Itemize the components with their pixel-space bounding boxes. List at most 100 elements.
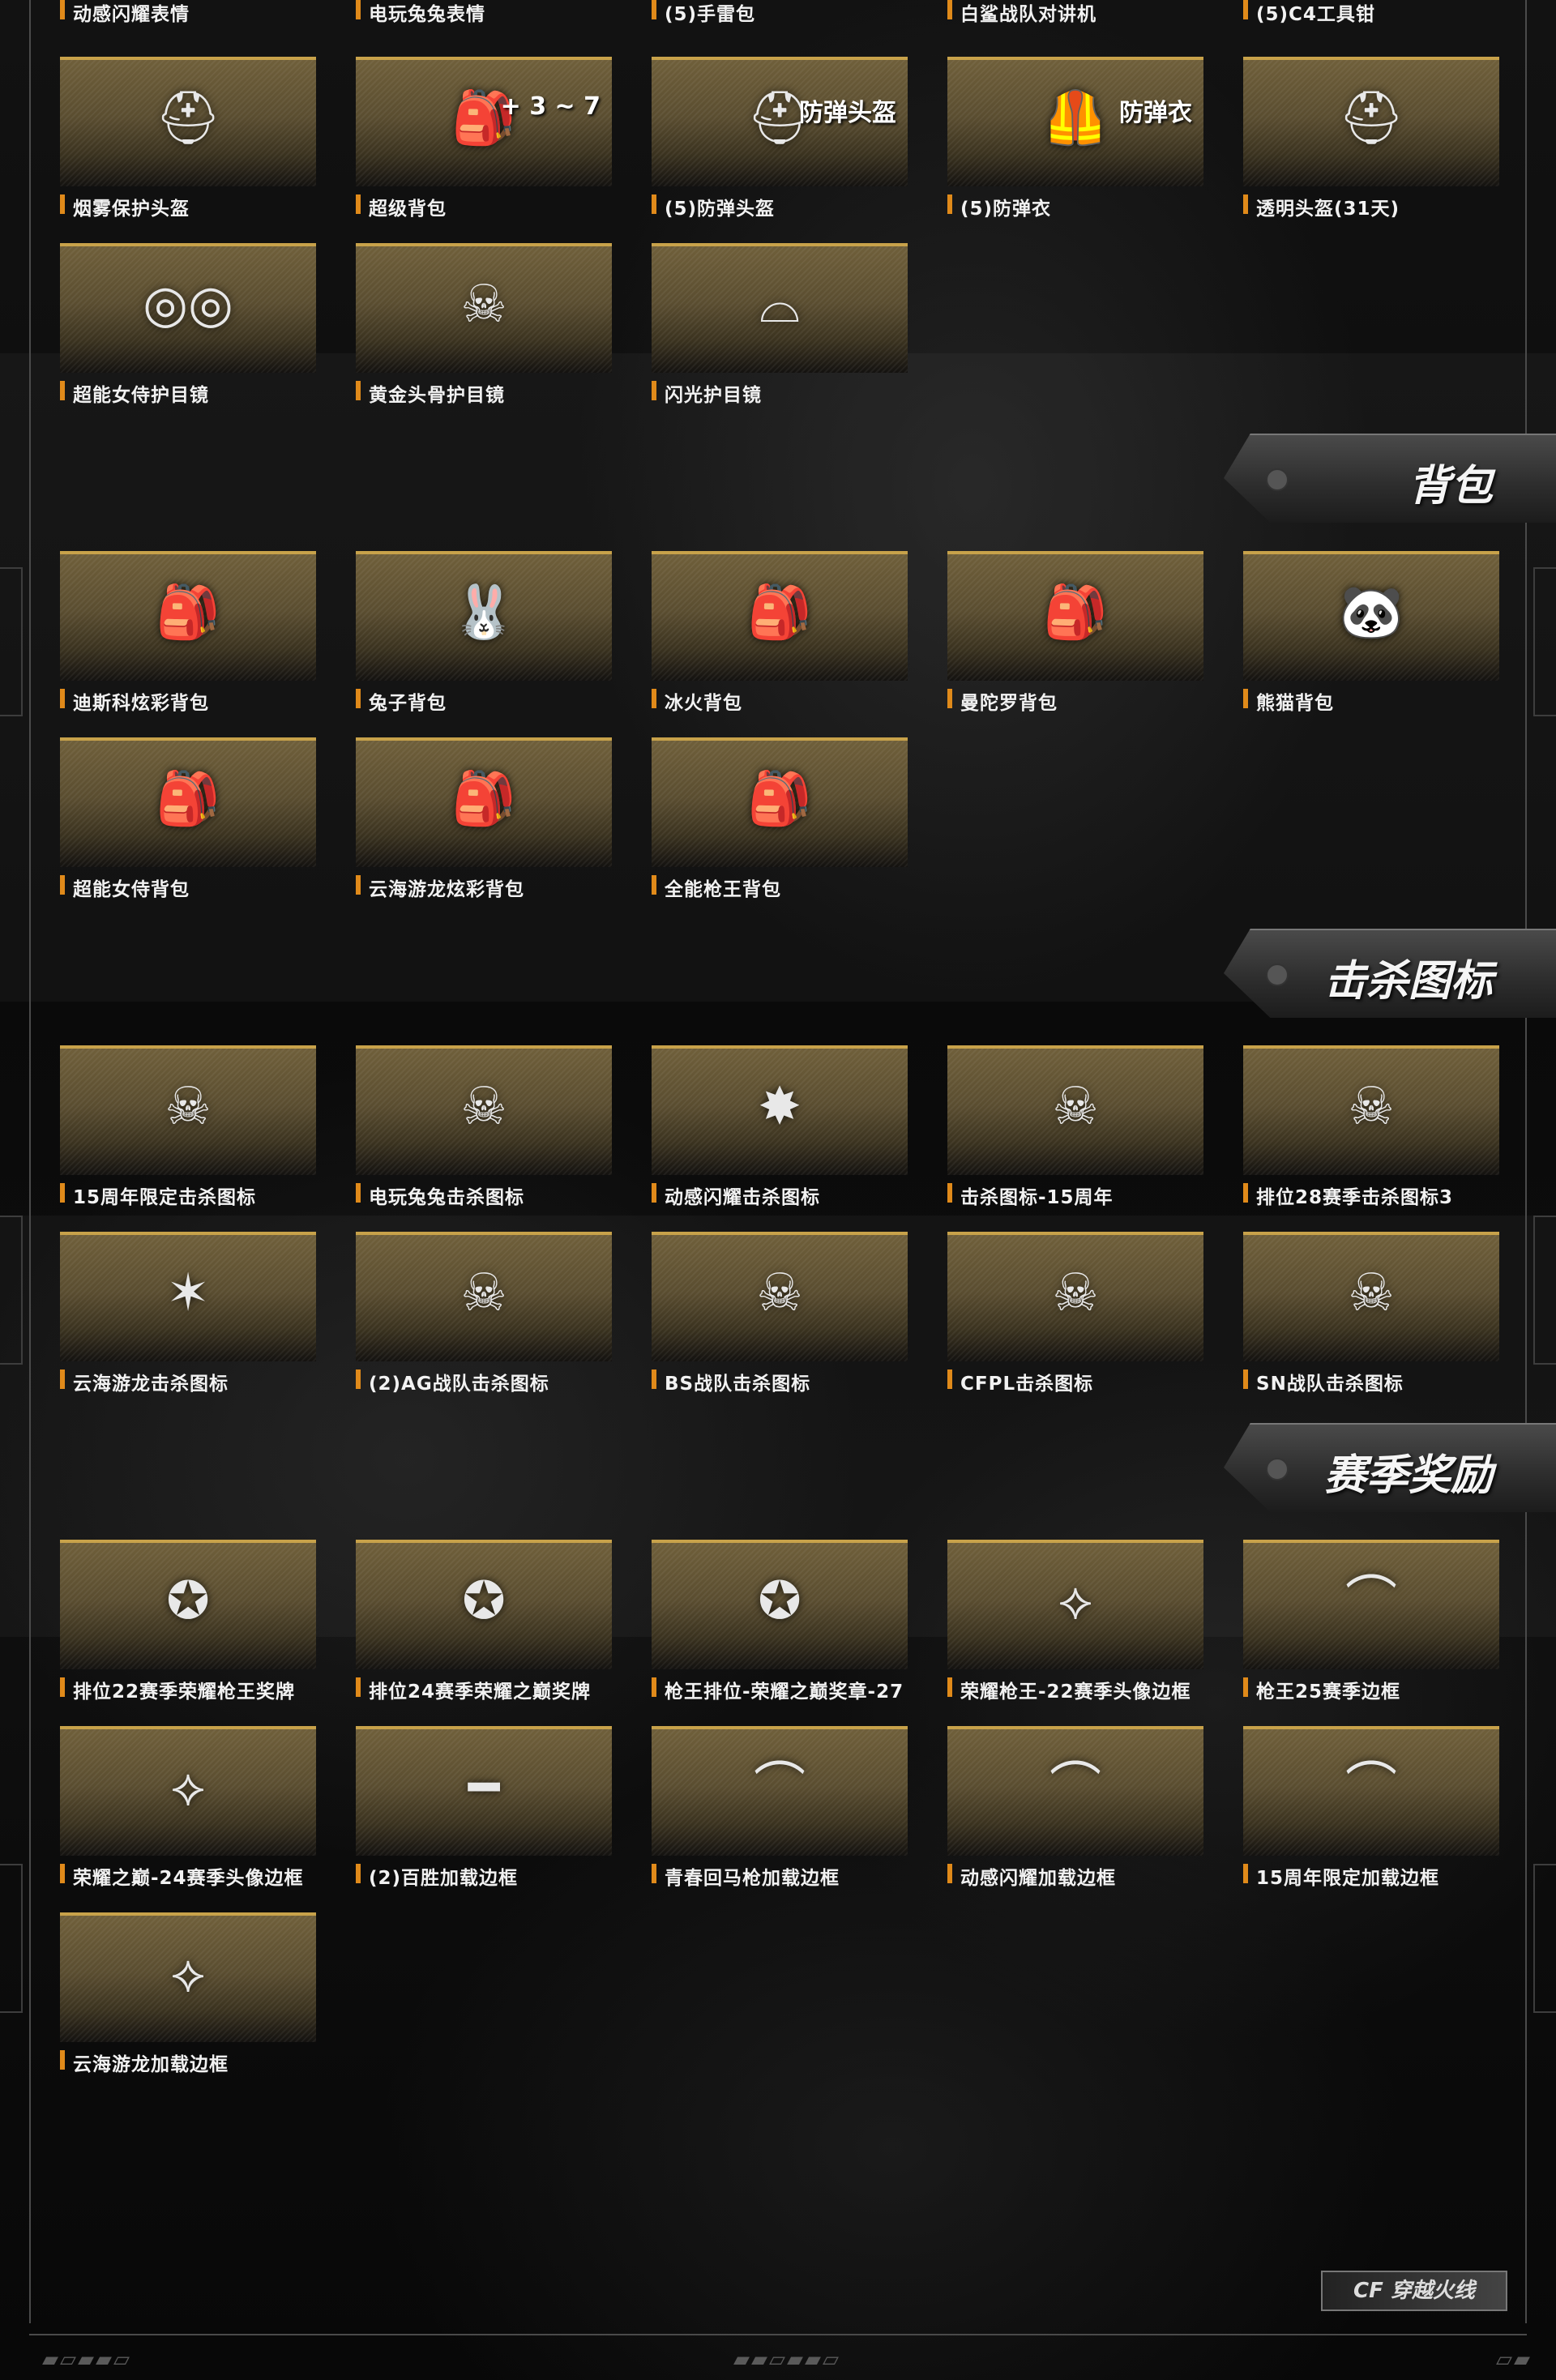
item-cell[interactable]: ☠ (2)AG战队击杀图标 [356, 1232, 612, 1418]
item-label: (5)防弹头盔 [665, 199, 776, 220]
item-cell[interactable]: 🐰 兔子背包 [356, 551, 612, 737]
item-card[interactable]: 🎒 [60, 551, 316, 681]
label-tag [652, 1183, 656, 1203]
item-cell[interactable]: ☠ BS战队击杀图标 [652, 1232, 908, 1418]
item-cell[interactable]: 🎒 超能女侍背包 [60, 737, 316, 924]
item-cell[interactable]: 电玩兔兔表情 [356, 0, 612, 49]
header-rivet-icon [1266, 964, 1289, 986]
item-card[interactable]: ⌒ [1243, 1540, 1499, 1669]
item-label: 青春回马枪加载边框 [665, 1868, 840, 1889]
item-cell[interactable]: ⌒ 动感闪耀加载边框 [947, 1726, 1203, 1912]
item-label: 荣耀之巅-24赛季头像边框 [73, 1868, 304, 1889]
item-cell[interactable]: ⛑ 烟雾保护头盔 [60, 57, 316, 243]
item-card[interactable]: ⌒ [947, 1726, 1203, 1856]
item-card[interactable]: ⛑ [60, 57, 316, 186]
item-card[interactable]: ☠ [1243, 1232, 1499, 1361]
label-tag [947, 1369, 952, 1389]
item-cell[interactable]: 🐼 熊猫背包 [1243, 551, 1499, 737]
item-card[interactable]: ☠ [947, 1232, 1203, 1361]
item-label: 全能枪王背包 [665, 879, 781, 900]
section-title: 背包 [1408, 462, 1493, 511]
item-card[interactable]: ━ [356, 1726, 612, 1856]
item-card[interactable]: 🐰 [356, 551, 612, 681]
item-label: (5)手雷包 [665, 4, 756, 25]
item-cell[interactable]: 动感闪耀表情 [60, 0, 316, 49]
item-cell[interactable]: (5)C4工具钳 [1243, 0, 1499, 49]
item-card[interactable]: 🎒 [652, 551, 908, 681]
item-cell[interactable]: ⟡ 荣耀枪王-22赛季头像边框 [947, 1540, 1203, 1726]
item-card[interactable]: ⛑ 防弹头盔 [652, 57, 908, 186]
item-cell[interactable]: 🎒 曼陀罗背包 [947, 551, 1203, 737]
item-cell[interactable]: ━ (2)百胜加载边框 [356, 1726, 612, 1912]
item-cell[interactable]: ☠ SN战队击杀图标 [1243, 1232, 1499, 1418]
bs-skull-icon: ☠ [756, 1263, 803, 1323]
item-card[interactable]: ◎◎ [60, 243, 316, 373]
item-cell[interactable]: ⌓ 闪光护目镜 [652, 243, 908, 429]
purple-frame-icon: ⌒ [1345, 1571, 1397, 1631]
item-label: 兔子背包 [369, 693, 447, 714]
item-cell[interactable]: ☠ 电玩兔兔击杀图标 [356, 1045, 612, 1232]
skull-goggles-icon: ☠ [460, 275, 507, 335]
item-cell[interactable]: ⟡ 荣耀之巅-24赛季头像边框 [60, 1726, 316, 1912]
item-card[interactable]: ☠ [356, 1045, 612, 1175]
item-cell[interactable]: ⛑ 透明头盔(31天) [1243, 57, 1499, 243]
item-card[interactable]: ✸ [652, 1045, 908, 1175]
item-card[interactable]: 🎒 + 3 ~ 7 [356, 57, 612, 186]
item-card[interactable]: 🎒 [947, 551, 1203, 681]
label-tag [652, 689, 656, 708]
item-card[interactable]: ☠ [356, 243, 612, 373]
item-cell[interactable]: ⌒ 15周年限定加载边框 [1243, 1726, 1499, 1912]
item-card[interactable]: ☠ [652, 1232, 908, 1361]
item-cell[interactable]: ⛑ 防弹头盔 (5)防弹头盔 [652, 57, 908, 243]
item-card[interactable]: ✶ [60, 1232, 316, 1361]
item-cell[interactable]: ✪ 排位22赛季荣耀枪王奖牌 [60, 1540, 316, 1726]
disco-backpack-icon: 🎒 [156, 583, 220, 643]
item-card[interactable]: 🎒 [60, 737, 316, 867]
item-label: 超能女侍背包 [73, 879, 190, 900]
rabbit-backpack-icon: 🐰 [451, 583, 516, 643]
item-cell[interactable]: 🎒 + 3 ~ 7 超级背包 [356, 57, 612, 243]
item-cell[interactable]: ✶ 云海游龙击杀图标 [60, 1232, 316, 1418]
label-tag [60, 1677, 65, 1697]
item-card[interactable]: 🐼 [1243, 551, 1499, 681]
frame-right-line [1525, 0, 1527, 2323]
item-card[interactable]: 🎒 [356, 737, 612, 867]
item-card[interactable]: ⌒ [1243, 1726, 1499, 1856]
item-card[interactable]: 🦺 防弹衣 [947, 57, 1203, 186]
item-cell[interactable]: (5)手雷包 [652, 0, 908, 49]
item-cell[interactable]: 🎒 冰火背包 [652, 551, 908, 737]
item-cell[interactable]: ☠ 排位28赛季击杀图标3 [1243, 1045, 1499, 1232]
item-card[interactable]: ✪ [60, 1540, 316, 1669]
footer-stripes-icon: ▰▱▰▰▱ [42, 2348, 131, 2372]
item-cell[interactable]: ✪ 排位24赛季荣耀之巅奖牌 [356, 1540, 612, 1726]
item-card[interactable]: ⌓ [652, 243, 908, 373]
item-cell[interactable]: ⌒ 枪王25赛季边框 [1243, 1540, 1499, 1726]
item-cell[interactable]: ⟡ 云海游龙加载边框 [60, 1912, 316, 2099]
item-cell[interactable]: ☠ CFPL击杀图标 [947, 1232, 1203, 1418]
item-cell[interactable]: ☠ 15周年限定击杀图标 [60, 1045, 316, 1232]
item-cell[interactable]: ⌒ 青春回马枪加载边框 [652, 1726, 908, 1912]
item-card[interactable]: ☠ [947, 1045, 1203, 1175]
item-card[interactable]: ⟡ [60, 1726, 316, 1856]
item-card[interactable]: ☠ [60, 1045, 316, 1175]
item-cell[interactable]: 🎒 全能枪王背包 [652, 737, 908, 924]
item-card[interactable]: ⌒ [652, 1726, 908, 1856]
item-card[interactable]: ⛑ [1243, 57, 1499, 186]
label-tag [60, 1864, 65, 1883]
item-cell[interactable]: 🎒 迪斯科炫彩背包 [60, 551, 316, 737]
item-cell[interactable]: ✸ 动感闪耀击杀图标 [652, 1045, 908, 1232]
item-cell[interactable]: ☠ 黄金头骨护目镜 [356, 243, 612, 429]
item-cell[interactable]: ✪ 枪王排位-荣耀之巅奖章-27 [652, 1540, 908, 1726]
item-cell[interactable]: 白鲨战队对讲机 [947, 0, 1203, 49]
item-cell[interactable]: ◎◎ 超能女侍护目镜 [60, 243, 316, 429]
item-card[interactable]: ✪ [652, 1540, 908, 1669]
item-card[interactable]: ⟡ [947, 1540, 1203, 1669]
item-cell[interactable]: 🦺 防弹衣 (5)防弹衣 [947, 57, 1203, 243]
item-card[interactable]: ☠ [356, 1232, 612, 1361]
item-cell[interactable]: 🎒 云海游龙炫彩背包 [356, 737, 612, 924]
item-card[interactable]: ✪ [356, 1540, 612, 1669]
item-cell[interactable]: ☠ 击杀图标-15周年 [947, 1045, 1203, 1232]
item-card[interactable]: 🎒 [652, 737, 908, 867]
item-card[interactable]: ⟡ [60, 1912, 316, 2042]
item-card[interactable]: ☠ [1243, 1045, 1499, 1175]
